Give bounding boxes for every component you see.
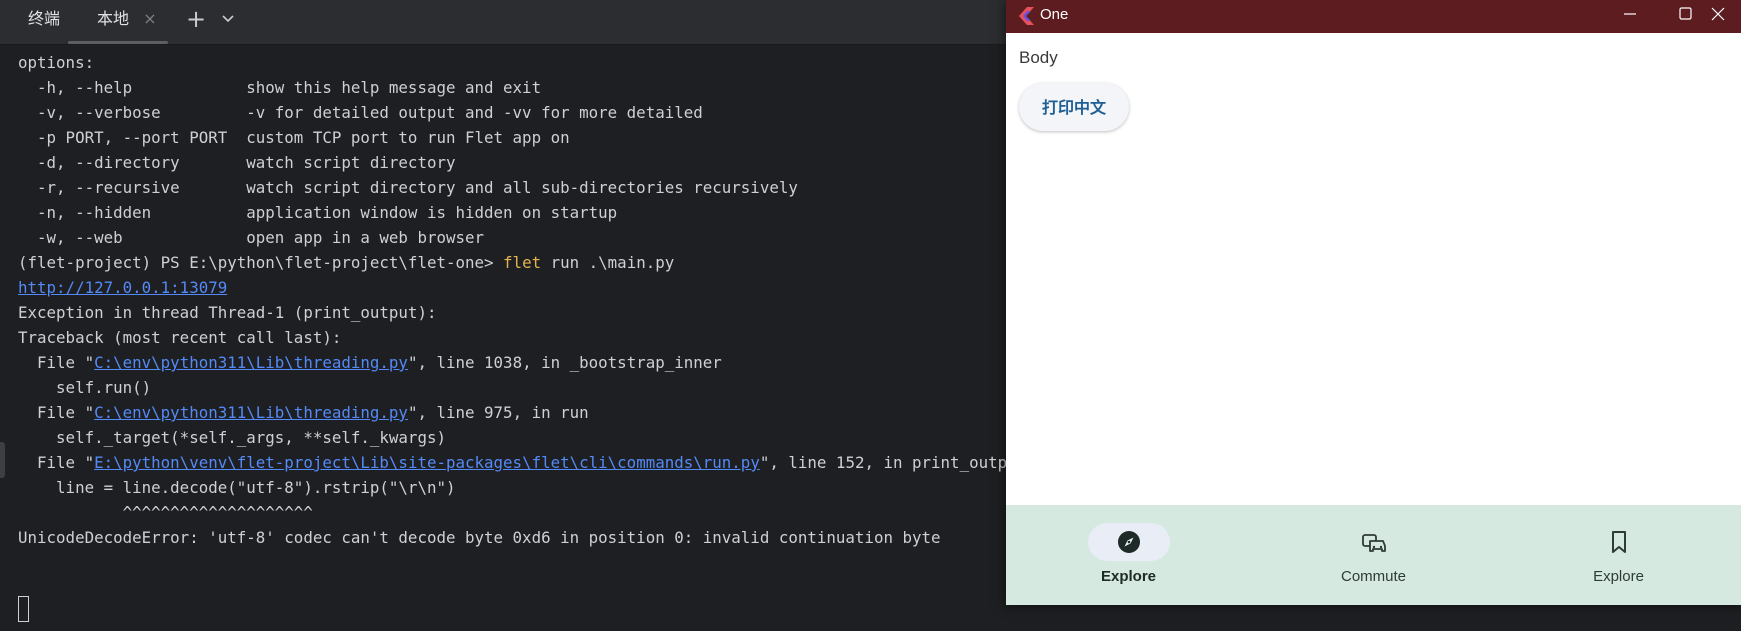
chevron-down-icon[interactable] bbox=[221, 10, 235, 28]
terminal-line: -w, --web open app in a web browser bbox=[18, 228, 485, 247]
traceback-prefix: File " bbox=[18, 353, 95, 372]
print-chinese-button[interactable]: 打印中文 bbox=[1019, 83, 1129, 131]
file-link[interactable]: E:\python\venv\flet-project\Lib\site-pac… bbox=[94, 453, 760, 472]
terminal-line: http://127.0.0.1:13079 bbox=[18, 277, 227, 299]
minimize-button[interactable] bbox=[1601, 0, 1657, 31]
nav-label: Explore bbox=[1100, 568, 1157, 585]
app-title: One bbox=[1040, 6, 1069, 23]
terminal-output[interactable]: options: -h, --help show this help messa… bbox=[18, 48, 1008, 631]
terminal-line: Exception in thread Thread-1 (print_outp… bbox=[18, 303, 437, 322]
traceback-suffix: ", line 975, in run bbox=[407, 403, 589, 422]
terminal-cursor bbox=[18, 596, 29, 622]
command-name: flet bbox=[503, 253, 542, 272]
terminal-line: -h, --help show this help message and ex… bbox=[18, 78, 542, 97]
terminal-line: -p PORT, --port PORT custom TCP port to … bbox=[18, 128, 570, 147]
terminal-line: Traceback (most recent call last): bbox=[18, 328, 342, 347]
traceback-suffix: ", line 152, in print_output bbox=[759, 453, 1008, 472]
terminal-line: self.run() bbox=[18, 378, 152, 397]
explore-icon bbox=[1118, 531, 1140, 553]
flet-logo-icon bbox=[1019, 7, 1034, 25]
traceback-line: File "E:\python\venv\flet-project\Lib\si… bbox=[18, 452, 1008, 474]
navigation-bar: Explore Commute Explore bbox=[1006, 505, 1741, 605]
command-args: run .\main.py bbox=[541, 253, 675, 272]
close-window-button[interactable] bbox=[1695, 0, 1741, 31]
terminal-title: 终端 bbox=[28, 9, 61, 28]
prompt: (flet-project) PS E:\python\flet-project… bbox=[18, 253, 504, 272]
terminal-line: -d, --directory watch script directory bbox=[18, 153, 456, 172]
terminal-prompt-line: (flet-project) PS E:\python\flet-project… bbox=[18, 252, 674, 274]
commute-icon bbox=[1362, 534, 1386, 552]
nav-label: Commute bbox=[1340, 568, 1407, 585]
traceback-prefix: File " bbox=[18, 403, 95, 422]
nav-item-explore[interactable]: Explore bbox=[1006, 505, 1251, 605]
terminal-line: options: bbox=[18, 53, 95, 72]
app-window: One Body 打印中文 Explore Commute Explore bbox=[1006, 0, 1741, 605]
traceback-suffix: ", line 1038, in _bootstrap_inner bbox=[407, 353, 722, 372]
app-content: Body 打印中文 bbox=[1006, 33, 1741, 505]
nav-item-bookmark[interactable]: Explore bbox=[1496, 505, 1741, 605]
traceback-line: File "C:\env\python311\Lib\threading.py"… bbox=[18, 402, 589, 424]
terminal-line: ^^^^^^^^^^^^^^^^^^^^ bbox=[18, 503, 313, 522]
url-link[interactable]: http://127.0.0.1:13079 bbox=[18, 278, 227, 297]
terminal-line: -r, --recursive watch script directory a… bbox=[18, 178, 798, 197]
error-line: UnicodeDecodeError: 'utf-8' codec can't … bbox=[18, 528, 941, 547]
file-link[interactable]: C:\env\python311\Lib\threading.py bbox=[94, 403, 408, 422]
terminal-line: line = line.decode("utf-8").rstrip("\r\n… bbox=[18, 478, 456, 497]
bookmark-icon bbox=[1612, 531, 1626, 553]
traceback-prefix: File " bbox=[18, 453, 95, 472]
active-tab-indicator bbox=[68, 41, 168, 44]
tab-local[interactable]: 本地 bbox=[97, 0, 129, 44]
scroll-gutter-marker bbox=[0, 442, 5, 478]
file-link[interactable]: C:\env\python311\Lib\threading.py bbox=[94, 353, 408, 372]
terminal-line: -v, --verbose -v for detailed output and… bbox=[18, 103, 703, 122]
terminal-line: self._target(*self._args, **self._kwargs… bbox=[18, 428, 446, 447]
traceback-line: File "C:\env\python311\Lib\threading.py"… bbox=[18, 352, 722, 374]
terminal-line: -n, --hidden application window is hidde… bbox=[18, 203, 618, 222]
new-tab-button[interactable]: + bbox=[186, 7, 206, 31]
body-text: Body bbox=[1019, 48, 1058, 67]
nav-item-commute[interactable]: Commute bbox=[1251, 505, 1496, 605]
close-icon[interactable]: × bbox=[143, 9, 157, 29]
nav-label: Explore bbox=[1593, 568, 1644, 585]
app-titlebar[interactable]: One bbox=[1006, 0, 1741, 33]
